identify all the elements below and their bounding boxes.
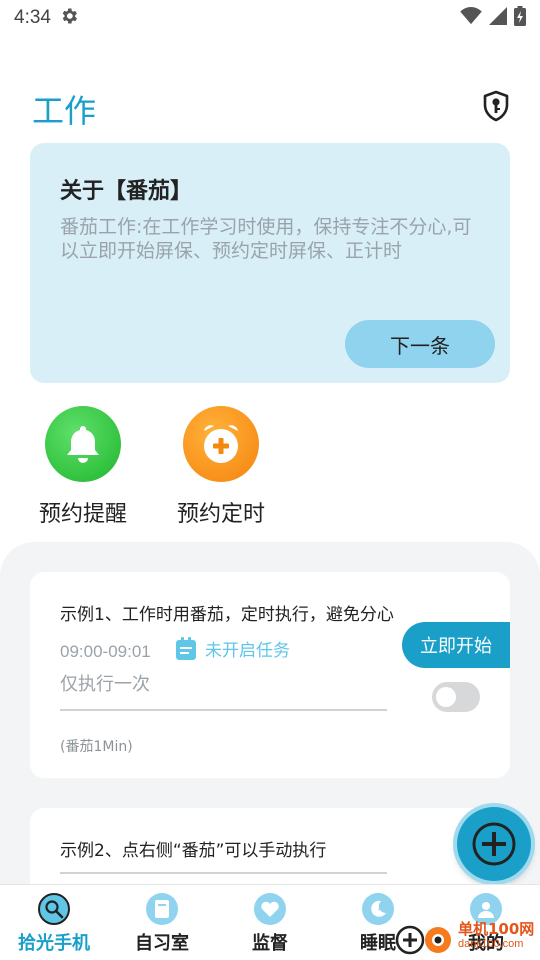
watermark-logo-icon [395,925,451,955]
book-icon [146,893,178,925]
wifi-icon [460,7,482,29]
task-card[interactable]: 示例1、工作时用番茄，定时执行，避免分心 09:00-09:01 未开启任务 仅… [30,572,510,778]
plus-icon [472,822,516,866]
alarm-clock-icon [204,425,238,463]
clipboard-icon [176,636,196,660]
quick-action-timer[interactable]: 预约定时 [161,406,281,528]
timer-circle[interactable] [183,406,259,482]
divider [60,872,387,874]
toggle-knob [436,687,456,707]
start-now-button[interactable]: 立即开始 [402,622,510,668]
battery-icon [514,6,526,30]
heart-icon [254,893,286,925]
next-tip-button[interactable]: 下一条 [345,320,495,368]
quick-action-label: 预约定时 [176,502,265,527]
nav-label: 拾光手机 [18,933,90,954]
signal-icon [488,7,508,29]
magnifier-icon [38,893,70,925]
quick-action-reminder[interactable]: 预约提醒 [23,406,143,528]
info-card: 关于【番茄】 番茄工作:在工作学习时使用，保持专注不分心,可以立即开始屏保、预约… [30,143,510,383]
svg-text:z: z [378,904,382,912]
nav-label: 自习室 [135,933,189,954]
task-repeat: 仅执行一次 [60,674,150,695]
task-title: 示例2、点右侧“番茄”可以手动执行 [60,841,327,861]
quick-action-label: 预约提醒 [38,502,127,527]
watermark-text: 单机100网 [458,920,535,938]
info-card-title: 关于【番茄】 [60,179,193,204]
shield-lock-button[interactable] [482,90,510,122]
divider [60,709,387,711]
task-enable-toggle[interactable] [432,682,480,712]
task-note: (番茄1Min) [60,739,133,755]
task-time: 09:00-09:01 [60,642,151,661]
nav-item-supervise[interactable]: 监督 [216,885,324,960]
info-card-text: 番茄工作:在工作学习时使用，保持专注不分心,可以立即开始屏保、预约定时屏保、正计… [60,216,472,262]
shield-key-icon [483,90,509,122]
bell-icon [67,426,99,463]
watermark-logo: 单机100网 danji100.com [392,916,540,960]
settings-icon [59,6,79,30]
reminder-circle[interactable] [45,406,121,482]
nav-label: 监督 [252,933,288,954]
page-title: 工作 [32,92,97,130]
nav-item-study-room[interactable]: 自习室 [108,885,216,960]
task-status: 未开启任务 [175,636,290,661]
moon-icon: z [362,893,394,925]
nav-item-home[interactable]: 拾光手机 [0,885,108,960]
task-status-text: 未开启任务 [205,641,290,661]
watermark-url: danji100.com [458,938,524,950]
status-time: 4:34 [14,7,51,28]
task-title: 示例1、工作时用番茄，定时执行，避免分心 [60,605,394,625]
add-task-button[interactable] [457,807,531,881]
status-bar: 4:34 [0,0,540,36]
